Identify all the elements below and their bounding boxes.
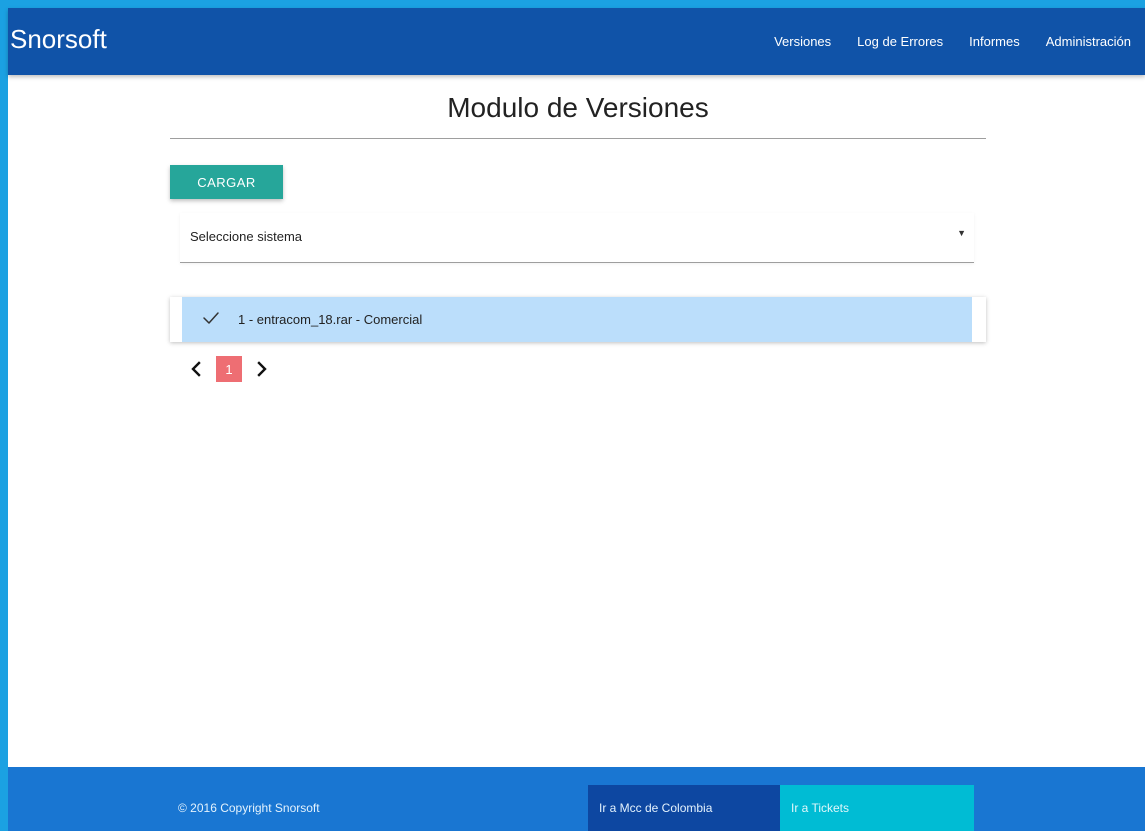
upload-button[interactable]: CARGAR xyxy=(170,165,283,199)
nav-link-log-errores[interactable]: Log de Errores xyxy=(844,34,956,49)
prev-page-button[interactable] xyxy=(184,356,208,382)
system-select[interactable]: Seleccione sistema ▼ xyxy=(180,213,974,263)
footer-link-mcc[interactable]: Ir a Mcc de Colombia xyxy=(588,785,788,831)
brand-logo[interactable]: Snorsoft xyxy=(10,22,107,56)
footer-link-mcc-label: Ir a Mcc de Colombia xyxy=(599,801,713,815)
footer: © 2016 Copyright Snorsoft Ir a Mcc de Co… xyxy=(8,767,1145,831)
next-page-button[interactable] xyxy=(250,356,274,382)
page-title: Modulo de Versiones xyxy=(447,92,709,123)
title-divider xyxy=(170,138,986,139)
footer-copyright: © 2016 Copyright Snorsoft xyxy=(178,801,320,815)
caret-down-icon: ▼ xyxy=(957,228,966,238)
system-select-value: Seleccione sistema xyxy=(190,229,302,244)
nav-links: Versiones Log de Errores Informes Admini… xyxy=(761,8,1145,75)
top-navbar: Snorsoft Versiones Log de Errores Inform… xyxy=(8,8,1145,75)
list-item[interactable]: 1 - entracom_18.rar - Comercial xyxy=(182,297,972,342)
chevron-left-icon xyxy=(191,361,201,377)
list-item-label: 1 - entracom_18.rar - Comercial xyxy=(238,312,423,327)
check-icon xyxy=(203,312,219,324)
footer-link-tickets[interactable]: Ir a Tickets xyxy=(780,785,974,831)
footer-link-tickets-label: Ir a Tickets xyxy=(791,801,850,815)
page-number-active[interactable]: 1 xyxy=(216,356,242,382)
pagination: 1 xyxy=(184,356,274,382)
nav-link-versiones[interactable]: Versiones xyxy=(761,34,844,49)
nav-link-administracion[interactable]: Administración xyxy=(1033,34,1145,49)
nav-link-informes[interactable]: Informes xyxy=(956,34,1033,49)
chevron-right-icon xyxy=(257,361,267,377)
versions-list: 1 - entracom_18.rar - Comercial xyxy=(170,297,986,342)
